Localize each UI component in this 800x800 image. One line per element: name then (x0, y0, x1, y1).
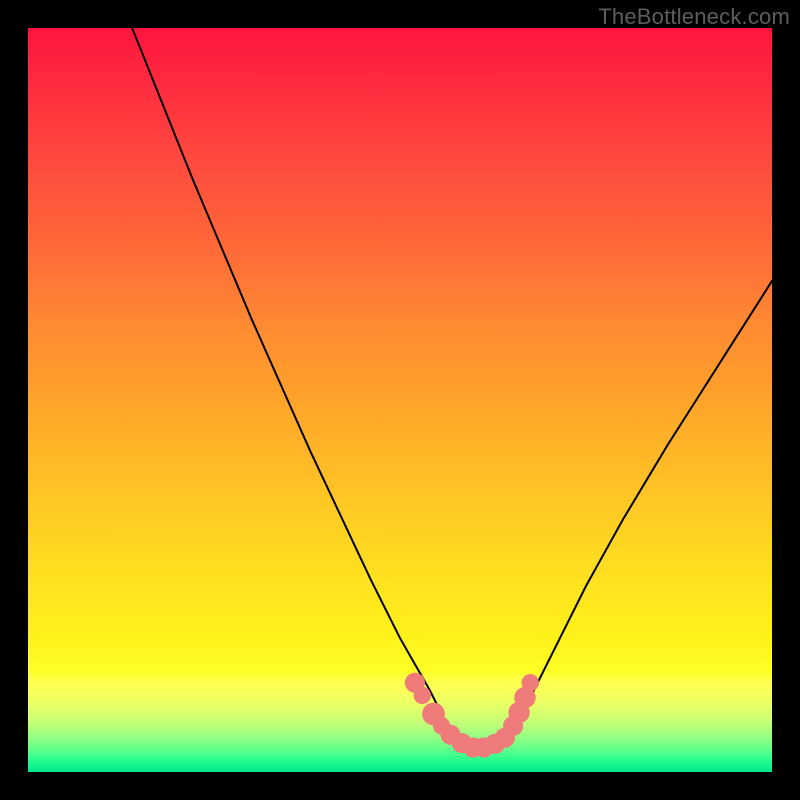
chart-frame: TheBottleneck.com (0, 0, 800, 800)
chart-plot-area (28, 28, 772, 772)
chart-svg (28, 28, 772, 772)
data-marker (414, 687, 431, 704)
chart-markers (405, 673, 539, 758)
data-marker (522, 674, 539, 691)
watermark-text: TheBottleneck.com (598, 4, 790, 30)
chart-lines (132, 28, 772, 739)
curve-left-line (132, 28, 452, 739)
curve-right-line (508, 281, 772, 739)
